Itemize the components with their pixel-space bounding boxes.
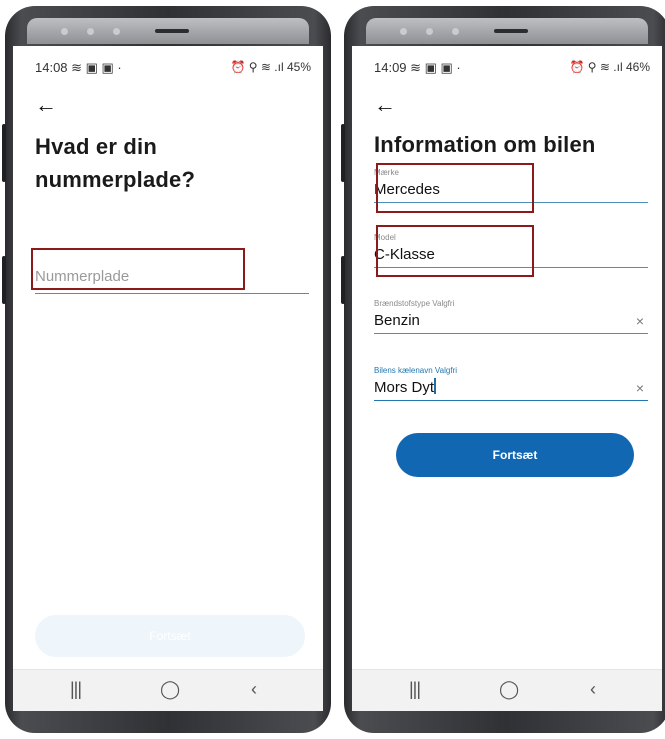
speaker-grille (155, 29, 189, 33)
screen: 14:09 ≋ ▣ ▣ · ⏰ ⚲ ≋ .ıl 46% ← Informatio… (352, 46, 662, 711)
phone-top-bezel (366, 18, 648, 44)
home-icon[interactable]: ◯ (499, 679, 519, 700)
status-indicators: ⏰ ⚲ ≋ .ıl 45% (230, 60, 311, 74)
highlight-box (31, 248, 245, 290)
nickname-input[interactable]: Mors Dyt × (374, 376, 648, 400)
status-time: 14:08 ≋ ▣ ▣ · (35, 60, 122, 75)
field-label: Bilens kælenavn Valgfri (374, 366, 458, 375)
page-title: Information om bilen (374, 132, 596, 157)
fuel-type-value: Benzin (374, 312, 420, 329)
sensor-dot (87, 28, 94, 35)
back-arrow-icon[interactable]: ← (374, 94, 396, 116)
sensor-dot (426, 28, 433, 35)
status-bar: 14:09 ≋ ▣ ▣ · ⏰ ⚲ ≋ .ıl 46% (374, 60, 650, 76)
camera-dot (452, 28, 459, 35)
clear-icon[interactable]: × (636, 309, 644, 333)
input-underline (35, 293, 309, 294)
speaker-grille (494, 29, 528, 33)
screen: 14:08 ≋ ▣ ▣ · ⏰ ⚲ ≋ .ıl 45% ← Hvad er di… (13, 46, 323, 711)
highlight-box (376, 225, 534, 277)
back-nav-icon[interactable]: ‹ (590, 679, 596, 700)
recent-apps-icon[interactable]: ||| (70, 679, 82, 700)
input-underline (374, 400, 648, 401)
nickname-field[interactable]: Bilens kælenavn Valgfri Mors Dyt × (374, 366, 648, 401)
continue-button[interactable]: Fortsæt (396, 433, 634, 477)
status-bar: 14:08 ≋ ▣ ▣ · ⏰ ⚲ ≋ .ıl 45% (35, 60, 311, 76)
recent-apps-icon[interactable]: ||| (409, 679, 421, 700)
home-icon[interactable]: ◯ (160, 679, 180, 700)
back-arrow-icon[interactable]: ← (35, 94, 57, 116)
bixby-button (2, 256, 6, 304)
clear-icon[interactable]: × (636, 376, 644, 400)
android-nav-bar: ||| ◯ ‹ (13, 669, 323, 711)
phone-left: 14:08 ≋ ▣ ▣ · ⏰ ⚲ ≋ .ıl 45% ← Hvad er di… (2, 6, 331, 733)
fuel-type-field[interactable]: Brændstofstype Valgfri Benzin × (374, 299, 648, 334)
sensor-dot (400, 28, 407, 35)
input-underline (374, 333, 648, 334)
text-cursor (434, 378, 436, 394)
highlight-box (376, 163, 534, 213)
camera-dot (113, 28, 120, 35)
field-label: Brændstofstype Valgfri (374, 299, 455, 308)
continue-button-disabled[interactable]: Fortsæt (35, 615, 305, 657)
back-nav-icon[interactable]: ‹ (251, 679, 257, 700)
sensor-dot (61, 28, 68, 35)
fuel-type-input[interactable]: Benzin × (374, 309, 648, 333)
phone-top-bezel (27, 18, 309, 44)
android-nav-bar: ||| ◯ ‹ (352, 669, 662, 711)
page-title: Hvad er din nummerplade? (35, 134, 196, 192)
status-time: 14:09 ≋ ▣ ▣ · (374, 60, 461, 75)
bixby-button (341, 256, 345, 304)
volume-button (2, 124, 6, 182)
volume-button (341, 124, 345, 182)
status-indicators: ⏰ ⚲ ≋ .ıl 46% (569, 60, 650, 74)
phone-right: 14:09 ≋ ▣ ▣ · ⏰ ⚲ ≋ .ıl 46% ← Informatio… (341, 6, 665, 733)
nickname-value: Mors Dyt (374, 379, 434, 396)
